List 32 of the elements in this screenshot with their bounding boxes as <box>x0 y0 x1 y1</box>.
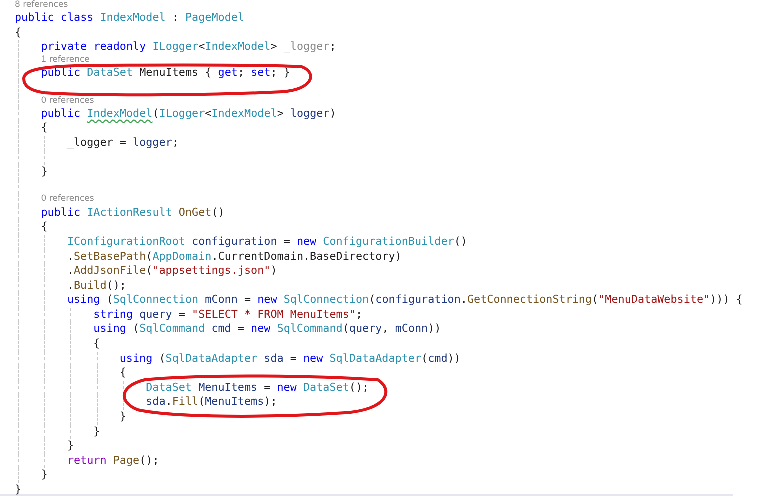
codelens-text[interactable]: 0 references <box>41 96 94 107</box>
code-line: string query = "SELECT * FROM MenuItems"; <box>94 308 363 322</box>
codelens-text[interactable]: 0 references <box>41 194 94 206</box>
code-line: .Build(); <box>67 278 126 294</box>
code-line: _logger = logger; <box>67 136 179 151</box>
code-line: public class IndexModel : PageModel <box>15 11 245 26</box>
code-line: .SetBasePath(AppDomain.CurrentDomain.BaseDirectory) <box>67 250 402 264</box>
code-line: using (SqlCommand cmd = new SqlCommand(query, mConn)) <box>94 322 442 338</box>
code-line: DataSet MenuItems = new DataSet(); <box>146 380 370 396</box>
code-line: public IActionResult OnGet() <box>41 206 225 220</box>
code-line: public IndexModel(ILogger<IndexModel> logger) <box>41 106 336 122</box>
code-line: sda.Fill(MenuItems); <box>146 395 278 410</box>
code-line: public DataSet MenuItems { get; set; } <box>41 66 290 81</box>
code-line: } <box>120 410 126 425</box>
code-line: } <box>41 165 48 180</box>
code-line: IConfigurationRoot configuration = new ConfigurationBuilder() <box>67 234 468 250</box>
code-line: private readonly ILogger<IndexModel> _logger; <box>41 40 336 56</box>
code-line: { <box>120 366 126 381</box>
code-line: } <box>94 424 100 440</box>
codelens-text[interactable]: 1 reference <box>41 55 90 66</box>
code-line: } <box>15 483 22 498</box>
code-line: { <box>41 220 48 235</box>
code-line: { <box>41 121 48 136</box>
code-line: .AddJsonFile("appsettings.json") <box>67 264 278 279</box>
code-line: } <box>41 468 48 483</box>
code-line: { <box>15 26 22 40</box>
code-line: using (SqlConnection mConn = new SqlConnection(configuration.GetConnectionString("MenuDataWebsite"))) { <box>67 293 743 308</box>
code-line: using (SqlDataAdapter sda = new SqlDataAdapter(cmd)) <box>120 352 461 366</box>
codelens-text[interactable]: 8 references <box>15 0 68 12</box>
code-line: { <box>94 337 100 352</box>
code-line: return Page(); <box>67 454 160 468</box>
code-line: } <box>67 439 74 454</box>
